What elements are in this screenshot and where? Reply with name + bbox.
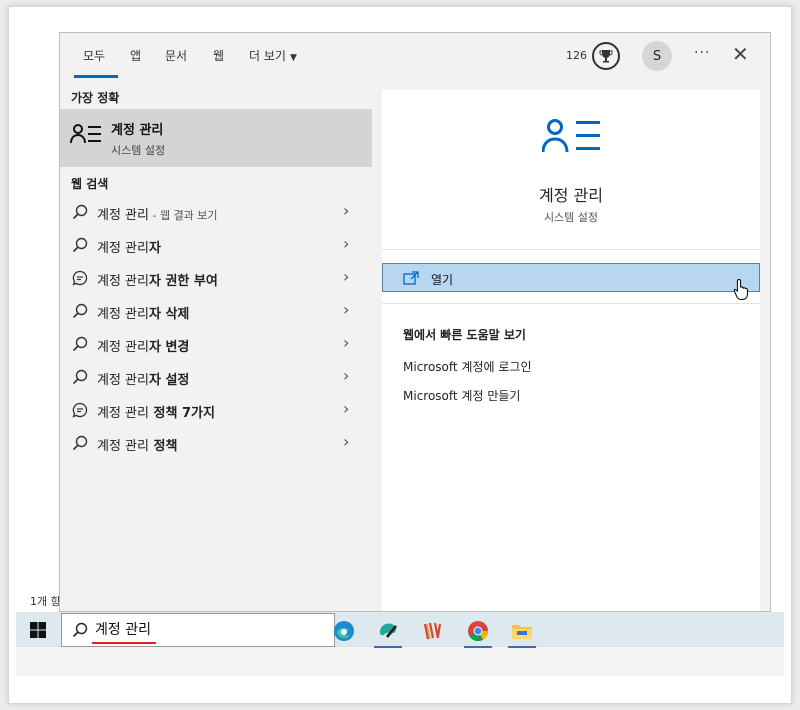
web-result-row[interactable]: 계정 관리자 설정 › (60, 361, 372, 393)
caret-down-icon: ▼ (289, 53, 297, 63)
search-icon (72, 369, 88, 389)
search-icon (72, 435, 88, 455)
web-result-row[interactable]: 계정 관리 정책 › (60, 427, 372, 459)
detail-pane: 계정 관리 시스템 설정 열기 웹에서 빠른 도움말 보기 Microsoft … (382, 90, 760, 611)
web-result-text: 계정 관리 (97, 406, 149, 421)
more-options-icon[interactable]: ··· (694, 45, 710, 61)
web-result-row[interactable]: 계정 관리자 삭제 › (60, 295, 372, 327)
filter-tab-bar: 모두 앱 문서 웹 더 보기 ▼ 126 S ··· ✕ (60, 33, 770, 81)
web-result-text: 계정 관리 (97, 241, 149, 256)
tab-documents[interactable]: 문서 (165, 47, 187, 64)
web-result-row[interactable]: 계정 관리자 권한 부여 › (60, 262, 372, 294)
open-button[interactable]: 열기 (382, 263, 760, 300)
search-panel: 모두 앱 문서 웹 더 보기 ▼ 126 S ··· ✕ 가장 정확 계정 관리 … (59, 32, 771, 612)
tab-all[interactable]: 모두 (83, 47, 105, 64)
web-result-row[interactable]: 계정 관리 - 웹 결과 보기 › (60, 196, 372, 228)
taskbar-search-box[interactable] (61, 613, 335, 647)
tab-web[interactable]: 웹 (213, 47, 224, 64)
help-link-create-account[interactable]: Microsoft 계정 만들기 (403, 387, 520, 404)
rewards-points: 126 (566, 49, 587, 62)
results-list: 가장 정확 계정 관리 시스템 설정 웹 검색 계정 관리 - 웹 결과 보기 … (60, 81, 382, 611)
best-match-heading: 가장 정확 (71, 91, 120, 105)
sketch-app-icon[interactable] (416, 615, 450, 646)
chevron-right-icon[interactable]: › (343, 333, 349, 352)
web-result-completion: 자 설정 (148, 373, 190, 388)
active-tab-indicator (74, 75, 118, 78)
windows-start-icon[interactable] (30, 622, 46, 642)
open-external-icon (403, 270, 419, 289)
detail-title: 계정 관리 (539, 186, 603, 205)
web-result-text: 계정 관리 (97, 274, 149, 289)
chevron-right-icon[interactable]: › (343, 234, 349, 253)
chevron-right-icon[interactable]: › (343, 267, 349, 286)
best-match-title: 계정 관리 (111, 123, 164, 138)
search-icon (72, 336, 88, 356)
tab-apps[interactable]: 앱 (130, 47, 141, 64)
search-icon (72, 303, 88, 323)
search-icon (72, 237, 88, 257)
rewards-trophy-icon[interactable] (592, 42, 620, 70)
chevron-right-icon[interactable]: › (343, 201, 349, 220)
web-result-text: 계정 관리 (97, 208, 149, 223)
paint-app-icon[interactable] (371, 615, 405, 648)
search-input[interactable] (95, 621, 295, 637)
chevron-right-icon[interactable]: › (343, 432, 349, 451)
annotation-underline (92, 642, 156, 644)
divider (382, 249, 760, 250)
web-result-text: 계정 관리 (97, 439, 149, 454)
hand-cursor-icon (733, 278, 751, 304)
web-result-completion: 자 (148, 241, 161, 256)
web-result-completion: 자 삭제 (148, 307, 190, 322)
bottom-strip (16, 646, 784, 676)
web-result-text: 계정 관리 (97, 340, 149, 355)
best-match-item[interactable]: 계정 관리 시스템 설정 (60, 109, 372, 167)
open-button-label: 열기 (431, 273, 454, 287)
close-icon[interactable]: ✕ (732, 42, 749, 66)
search-icon (72, 622, 88, 642)
user-avatar[interactable]: S (642, 41, 672, 71)
account-settings-icon (541, 118, 602, 158)
edge-app-icon[interactable] (327, 615, 361, 646)
file-explorer-icon[interactable] (505, 615, 539, 648)
active-indicator (508, 646, 536, 648)
web-result-row[interactable]: 계정 관리자 변경 › (60, 328, 372, 360)
chat-search-icon (72, 402, 88, 422)
taskbar (16, 612, 784, 648)
background-item-count: 1개 항 (30, 595, 61, 608)
web-result-row[interactable]: 계정 관리 정책 7가지 › (60, 394, 372, 426)
help-link-sign-in[interactable]: Microsoft 계정에 로그인 (403, 358, 531, 375)
chevron-right-icon[interactable]: › (343, 300, 349, 319)
active-indicator (464, 646, 492, 648)
chrome-app-icon[interactable] (461, 615, 495, 648)
divider (382, 303, 760, 304)
chat-search-icon (72, 270, 88, 290)
tab-more-label: 더 보기 (249, 49, 286, 63)
web-result-completion: 자 변경 (148, 340, 190, 355)
web-search-heading: 웹 검색 (71, 177, 109, 191)
detail-subtitle: 시스템 설정 (543, 211, 599, 224)
web-help-heading: 웹에서 빠른 도움말 보기 (403, 328, 526, 342)
web-result-suffix: - 웹 결과 보기 (148, 209, 218, 222)
account-settings-icon (70, 123, 102, 149)
chevron-right-icon[interactable]: › (343, 366, 349, 385)
web-result-completion: 자 권한 부여 (148, 274, 218, 289)
active-indicator (374, 646, 402, 648)
search-icon (72, 204, 88, 224)
tab-more[interactable]: 더 보기 ▼ (249, 47, 297, 64)
web-result-text: 계정 관리 (97, 373, 149, 388)
chevron-right-icon[interactable]: › (343, 399, 349, 418)
web-result-row[interactable]: 계정 관리자 › (60, 229, 372, 261)
web-result-text: 계정 관리 (97, 307, 149, 322)
web-result-completion: 정책 7가지 (148, 406, 215, 421)
web-result-completion: 정책 (148, 439, 178, 454)
best-match-subtitle: 시스템 설정 (111, 144, 166, 157)
